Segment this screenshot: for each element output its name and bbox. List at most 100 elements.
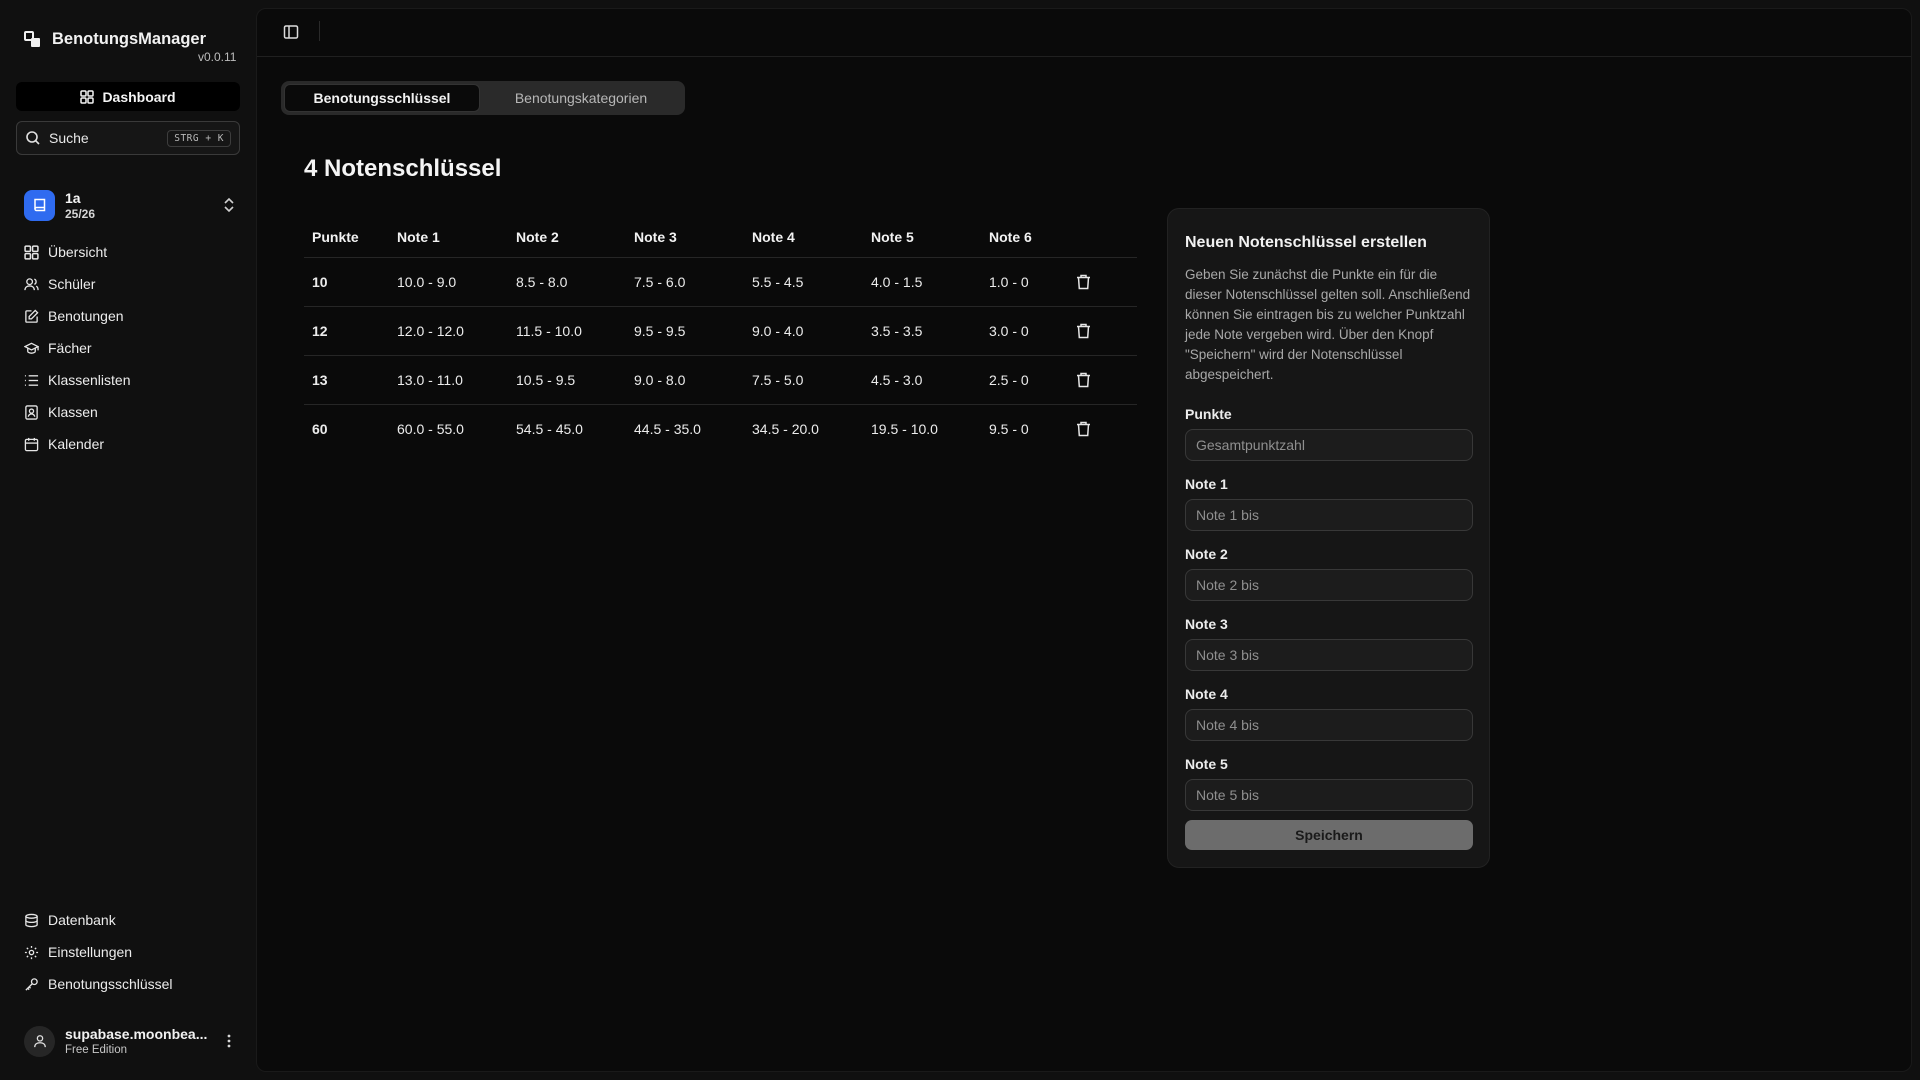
key-icon <box>24 977 39 992</box>
search-box[interactable]: Suche STRG + K <box>16 121 240 155</box>
class-name: 1a <box>65 189 81 206</box>
note-5-label: Note 5 <box>1185 756 1228 772</box>
column-header: Note 1 <box>389 217 508 258</box>
app-logo-icon <box>24 30 42 49</box>
tab-list: Benotungsschlüssel Benotungskategorien <box>281 81 685 115</box>
dashboard-label: Dashboard <box>102 88 176 105</box>
table-cell: 2.5 - 0 <box>981 355 1068 405</box>
table-cell: 4.5 - 3.0 <box>863 355 981 405</box>
table-cell: 9.5 - 0 <box>989 420 1029 437</box>
sidebar-item-label: Datenbank <box>48 912 116 928</box>
user-plan: Free Edition <box>65 1044 128 1056</box>
search-shortcut-badge: STRG + K <box>167 129 231 147</box>
sidebar-toggle-icon[interactable] <box>283 24 299 40</box>
column-header: Note 2 <box>508 217 626 258</box>
user-menu[interactable]: supabase.moonbea... Free Edition <box>24 1023 236 1059</box>
sidebar-item-schueler[interactable]: Schüler <box>24 268 244 300</box>
table-row: 13 13.0 - 11.0 10.5 - 9.5 9.0 - 8.0 7.5 … <box>304 355 1137 405</box>
table-cell: 9.5 - 9.5 <box>626 306 744 356</box>
trash-icon[interactable] <box>1076 323 1137 339</box>
graduation-cap-icon <box>24 341 39 356</box>
column-header-actions <box>1068 217 1137 258</box>
tab-benotungsschluessel[interactable]: Benotungsschlüssel <box>284 84 480 112</box>
table-cell: 54.5 - 45.0 <box>516 420 583 437</box>
sidebar-nav: Übersicht Schüler Benotungen Fächer Klas… <box>24 236 244 460</box>
note-5-input[interactable] <box>1185 779 1473 811</box>
column-header: Note 5 <box>863 217 981 258</box>
grid-icon <box>24 244 39 260</box>
sidebar-item-faecher[interactable]: Fächer <box>24 332 244 364</box>
note-3-input[interactable] <box>1185 639 1473 671</box>
table-cell: 9.0 - 4.0 <box>744 306 863 356</box>
trash-icon[interactable] <box>1076 274 1137 290</box>
sidebar-item-label: Klassenlisten <box>48 372 131 388</box>
users-icon <box>24 277 39 292</box>
user-name: supabase.moonbea... <box>65 1026 208 1042</box>
table-cell: 5.5 - 4.5 <box>744 257 863 307</box>
gear-icon <box>24 945 39 960</box>
table-cell: 34.5 - 20.0 <box>752 420 819 437</box>
table-cell: 11.5 - 10.0 <box>508 306 626 356</box>
note-1-label: Note 1 <box>1185 476 1228 492</box>
grading-key-table: Punkte Note 1 Note 2 Note 3 Note 4 Note … <box>304 217 1137 453</box>
sidebar-item-label: Schüler <box>48 276 96 292</box>
points-label: Punkte <box>1185 406 1232 422</box>
table-cell: 10 <box>304 257 389 307</box>
sidebar-item-uebersicht[interactable]: Übersicht <box>24 236 244 268</box>
delete-cell <box>1068 404 1137 453</box>
note-4-label: Note 4 <box>1185 686 1228 702</box>
column-header: Note 4 <box>744 217 863 258</box>
sidebar-item-einstellungen[interactable]: Einstellungen <box>24 936 244 968</box>
note-2-label: Note 2 <box>1185 546 1228 562</box>
save-button[interactable]: Speichern <box>1185 820 1473 850</box>
sidebar-item-kalender[interactable]: Kalender <box>24 428 244 460</box>
table-cell: 4.0 - 1.5 <box>863 257 981 307</box>
sidebar-item-benotungsschluessel[interactable]: Benotungsschlüssel <box>24 968 244 1000</box>
search-icon <box>25 130 41 146</box>
top-bar-divider <box>319 21 320 41</box>
app-name: BenotungsManager <box>52 30 207 48</box>
edit-icon <box>24 308 39 324</box>
sidebar-item-klassenlisten[interactable]: Klassenlisten <box>24 364 244 396</box>
sidebar-item-benotungen[interactable]: Benotungen <box>24 300 244 332</box>
sidebar-item-label: Übersicht <box>48 244 108 260</box>
more-vertical-icon[interactable] <box>222 1033 236 1049</box>
sidebar-item-label: Einstellungen <box>48 944 133 960</box>
tab-benotungskategorien[interactable]: Benotungskategorien <box>480 84 682 112</box>
note-3-label: Note 3 <box>1185 616 1228 632</box>
main-panel: Benotungsschlüssel Benotungskategorien 4… <box>256 8 1912 1072</box>
delete-cell <box>1068 257 1137 307</box>
table-row: 60 60.0 - 55.0 54.5 - 45.0 44.5 - 35.0 3… <box>304 404 1137 453</box>
points-input[interactable] <box>1185 429 1473 461</box>
trash-icon[interactable] <box>1076 372 1137 388</box>
sidebar-item-label: Kalender <box>48 436 105 452</box>
sidebar-item-label: Fächer <box>48 340 92 356</box>
top-bar <box>257 9 1911 57</box>
page-title: 4 Notenschlüssel <box>304 155 502 182</box>
note-2-input[interactable] <box>1185 569 1473 601</box>
sidebar-item-label: Klassen <box>48 404 98 420</box>
class-switcher[interactable]: 1a 25/26 <box>24 187 236 223</box>
dashboard-button[interactable]: Dashboard <box>16 82 240 111</box>
table-cell: 7.5 - 6.0 <box>626 257 744 307</box>
table-cell: 7.5 - 5.0 <box>744 355 863 405</box>
card-title: Neuen Notenschlüssel erstellen <box>1185 234 1427 251</box>
column-header: Note 3 <box>626 217 744 258</box>
chevron-up-down-icon[interactable] <box>222 197 236 213</box>
sidebar-item-label: Benotungsschlüssel <box>48 976 173 992</box>
table-cell: 12 <box>304 306 389 356</box>
sidebar-item-datenbank[interactable]: Datenbank <box>24 904 244 936</box>
note-4-input[interactable] <box>1185 709 1473 741</box>
contact-icon <box>24 404 39 420</box>
column-header: Punkte <box>304 217 389 258</box>
note-1-input[interactable] <box>1185 499 1473 531</box>
table-cell: 8.5 - 8.0 <box>508 257 626 307</box>
app-brand[interactable]: BenotungsManager <box>24 30 206 49</box>
class-book-icon <box>24 189 55 221</box>
table-cell: 60.0 - 55.0 <box>397 420 464 437</box>
create-key-card: Neuen Notenschlüssel erstellen Geben Sie… <box>1167 208 1490 868</box>
card-description: Geben Sie zunächst die Punkte ein für di… <box>1185 267 1471 382</box>
table-cell: 9.0 - 8.0 <box>626 355 744 405</box>
sidebar-item-klassen[interactable]: Klassen <box>24 396 244 428</box>
trash-icon[interactable] <box>1076 421 1137 437</box>
